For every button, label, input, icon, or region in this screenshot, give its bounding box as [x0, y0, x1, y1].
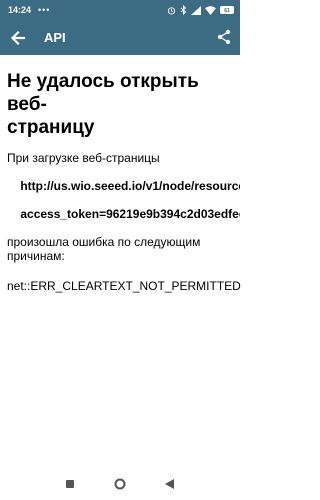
error-heading-line: Не удалось открыть веб- [7, 71, 199, 115]
recent-apps-button[interactable] [66, 480, 74, 488]
error-url-line: http://us.wio.seeed.io/v1/node/resources… [20, 179, 240, 193]
signal-icon [191, 5, 201, 15]
status-icons: 61 [167, 5, 234, 15]
alarm-icon [167, 6, 176, 15]
share-icon[interactable] [216, 29, 232, 45]
bluetooth-icon [180, 5, 187, 15]
status-time: 14:24 [8, 5, 32, 15]
error-code: net::ERR_CLEARTEXT_NOT_PERMITTED [7, 279, 241, 293]
back-arrow-icon[interactable] [8, 28, 28, 48]
error-url-line: access_token=96219e9b394c2d03edfec9f [20, 207, 240, 221]
error-reason-line: произошла ошибка по следующим [7, 235, 201, 249]
nav-back-button[interactable] [165, 479, 174, 489]
battery-icon: 61 [220, 6, 234, 14]
app-bar: API [0, 20, 240, 55]
error-url[interactable]: http://us.wio.seeed.io/v1/node/resources… [7, 165, 240, 235]
notification-dots: ••• [38, 5, 51, 15]
status-bar: 14:24 ••• 61 [0, 0, 240, 20]
error-heading-line: страницу [7, 117, 95, 138]
error-intro: При загрузке веб-страницы [7, 151, 160, 165]
error-page: Не удалось открыть веб- страницу При заг… [7, 70, 241, 293]
home-button[interactable] [114, 478, 126, 490]
error-reason: произошла ошибка по следующим причинам: [7, 235, 240, 263]
app-title: API [44, 30, 66, 45]
system-nav-bar [0, 468, 240, 500]
wifi-icon [205, 5, 216, 15]
error-heading: Не удалось открыть веб- страницу [7, 70, 240, 139]
error-reason-line: причинам: [7, 249, 65, 263]
